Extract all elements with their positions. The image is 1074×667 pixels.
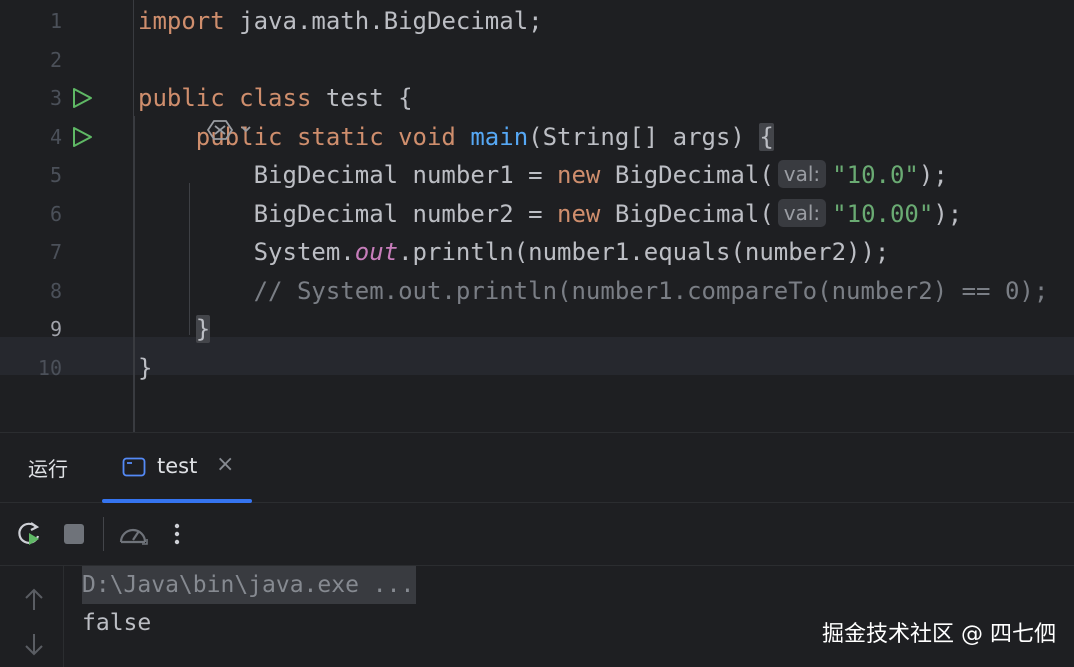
line-number: 8 <box>49 278 62 303</box>
code-line[interactable]: 10} <box>0 349 1074 387</box>
code-token: test { <box>325 84 413 112</box>
arrow-up-icon[interactable] <box>20 586 48 614</box>
code-line[interactable]: 6 BigDecimal number2 = new BigDecimal(va… <box>0 195 1074 233</box>
run-toolbar <box>0 503 1074 566</box>
more-options-button[interactable] <box>164 503 190 565</box>
code-text[interactable]: System.out.println(number1.equals(number… <box>138 233 890 271</box>
code-token: public class <box>138 84 326 112</box>
code-token: "10.00" <box>832 199 934 228</box>
rerun-icon <box>18 522 40 545</box>
code-token: .println(number1.equals(number2)); <box>398 238 890 266</box>
code-token: new <box>557 161 615 189</box>
code-line[interactable]: 7 System.out.println(number1.equals(numb… <box>0 233 1074 271</box>
ai-assistant-icon[interactable] <box>206 117 256 143</box>
code-line[interactable]: 9 } <box>0 310 1074 348</box>
line-number: 5 <box>49 163 62 187</box>
parameter-hint: val: <box>777 198 827 227</box>
console-side-toolbar <box>0 566 64 667</box>
close-icon[interactable]: × <box>216 452 234 477</box>
console-icon <box>122 457 146 477</box>
tab-label: test <box>157 454 198 478</box>
profiler-button[interactable] <box>114 503 152 565</box>
run-triangle-icon[interactable] <box>71 126 93 148</box>
code-token: } <box>195 315 211 343</box>
arrow-down-icon[interactable] <box>20 630 48 658</box>
console-output-line: false <box>82 610 152 636</box>
code-token: System. <box>138 238 355 266</box>
code-line[interactable]: 1 import java.math.BigDecimal; <box>0 2 1074 40</box>
profiler-gauge-icon <box>119 528 148 545</box>
code-text[interactable]: BigDecimal number1 = new BigDecimal(val:… <box>138 156 948 194</box>
code-token: main <box>470 122 529 151</box>
code-token: // System.out.println(number1.compareTo(… <box>138 276 1049 305</box>
code-token: BigDecimal number2 = <box>138 199 558 228</box>
code-token: import <box>138 7 240 35</box>
line-number: 3 <box>49 86 62 110</box>
line-number: 9 <box>49 317 62 341</box>
code-token: BigDecimal( <box>614 199 774 228</box>
parameter-hint: val: <box>777 160 827 188</box>
code-line[interactable]: 3 public class test { <box>0 79 1074 117</box>
code-token: new <box>557 199 615 228</box>
stop-icon <box>64 524 84 544</box>
line-number: 7 <box>49 240 62 264</box>
code-text[interactable]: BigDecimal number2 = new BigDecimal(val:… <box>138 195 962 233</box>
console-command-line[interactable]: D:\Java\bin\java.exe ... <box>82 566 417 604</box>
code-text[interactable]: // System.out.println(number1.compareTo(… <box>138 272 1049 310</box>
watermark: 掘金技术社区 @ 四七伵 <box>822 622 1056 647</box>
code-token: (String[] args) <box>528 122 760 151</box>
console-output[interactable]: D:\Java\bin\java.exe ... false <box>82 566 417 642</box>
tool-window-title: 运行 <box>28 457 68 481</box>
run-triangle-icon[interactable] <box>71 87 93 109</box>
more-vertical-icon <box>174 523 180 545</box>
code-line[interactable]: 5 BigDecimal number1 = new BigDecimal(va… <box>0 156 1074 194</box>
code-token: ); <box>933 199 963 228</box>
code-token: BigDecimal( <box>614 161 774 189</box>
line-number: 2 <box>49 47 62 72</box>
toolbar-separator <box>103 517 104 551</box>
code-token: out <box>354 238 399 266</box>
tab-test[interactable]: test × <box>102 433 252 503</box>
line-number: 10 <box>37 355 62 380</box>
line-number: 1 <box>49 9 62 33</box>
code-line[interactable]: 4 public static void main(String[] args)… <box>0 118 1074 156</box>
run-tab-bar: 运行 test × <box>0 433 1074 503</box>
rerun-button[interactable] <box>12 503 46 565</box>
code-token: } <box>138 353 153 382</box>
code-editor[interactable]: 1 import java.math.BigDecimal; 2 3 public cl… <box>0 0 1074 432</box>
line-number: 4 <box>49 124 62 149</box>
code-line[interactable]: 2 <box>0 41 1074 79</box>
code-text[interactable]: } <box>138 310 211 348</box>
code-token: { <box>759 122 774 151</box>
code-token: ); <box>918 161 948 189</box>
code-line[interactable]: 8 // System.out.println(number1.compareT… <box>0 272 1074 310</box>
line-number: 6 <box>49 201 62 226</box>
stop-button[interactable] <box>58 503 90 565</box>
code-token: java.math.BigDecimal; <box>239 7 543 35</box>
code-token: "10.0" <box>832 161 919 189</box>
code-text[interactable]: } <box>138 349 152 387</box>
code-token: BigDecimal number1 = <box>138 161 558 189</box>
code-text[interactable]: import java.math.BigDecimal; <box>138 2 543 40</box>
code-text[interactable]: public class test { <box>138 79 413 117</box>
